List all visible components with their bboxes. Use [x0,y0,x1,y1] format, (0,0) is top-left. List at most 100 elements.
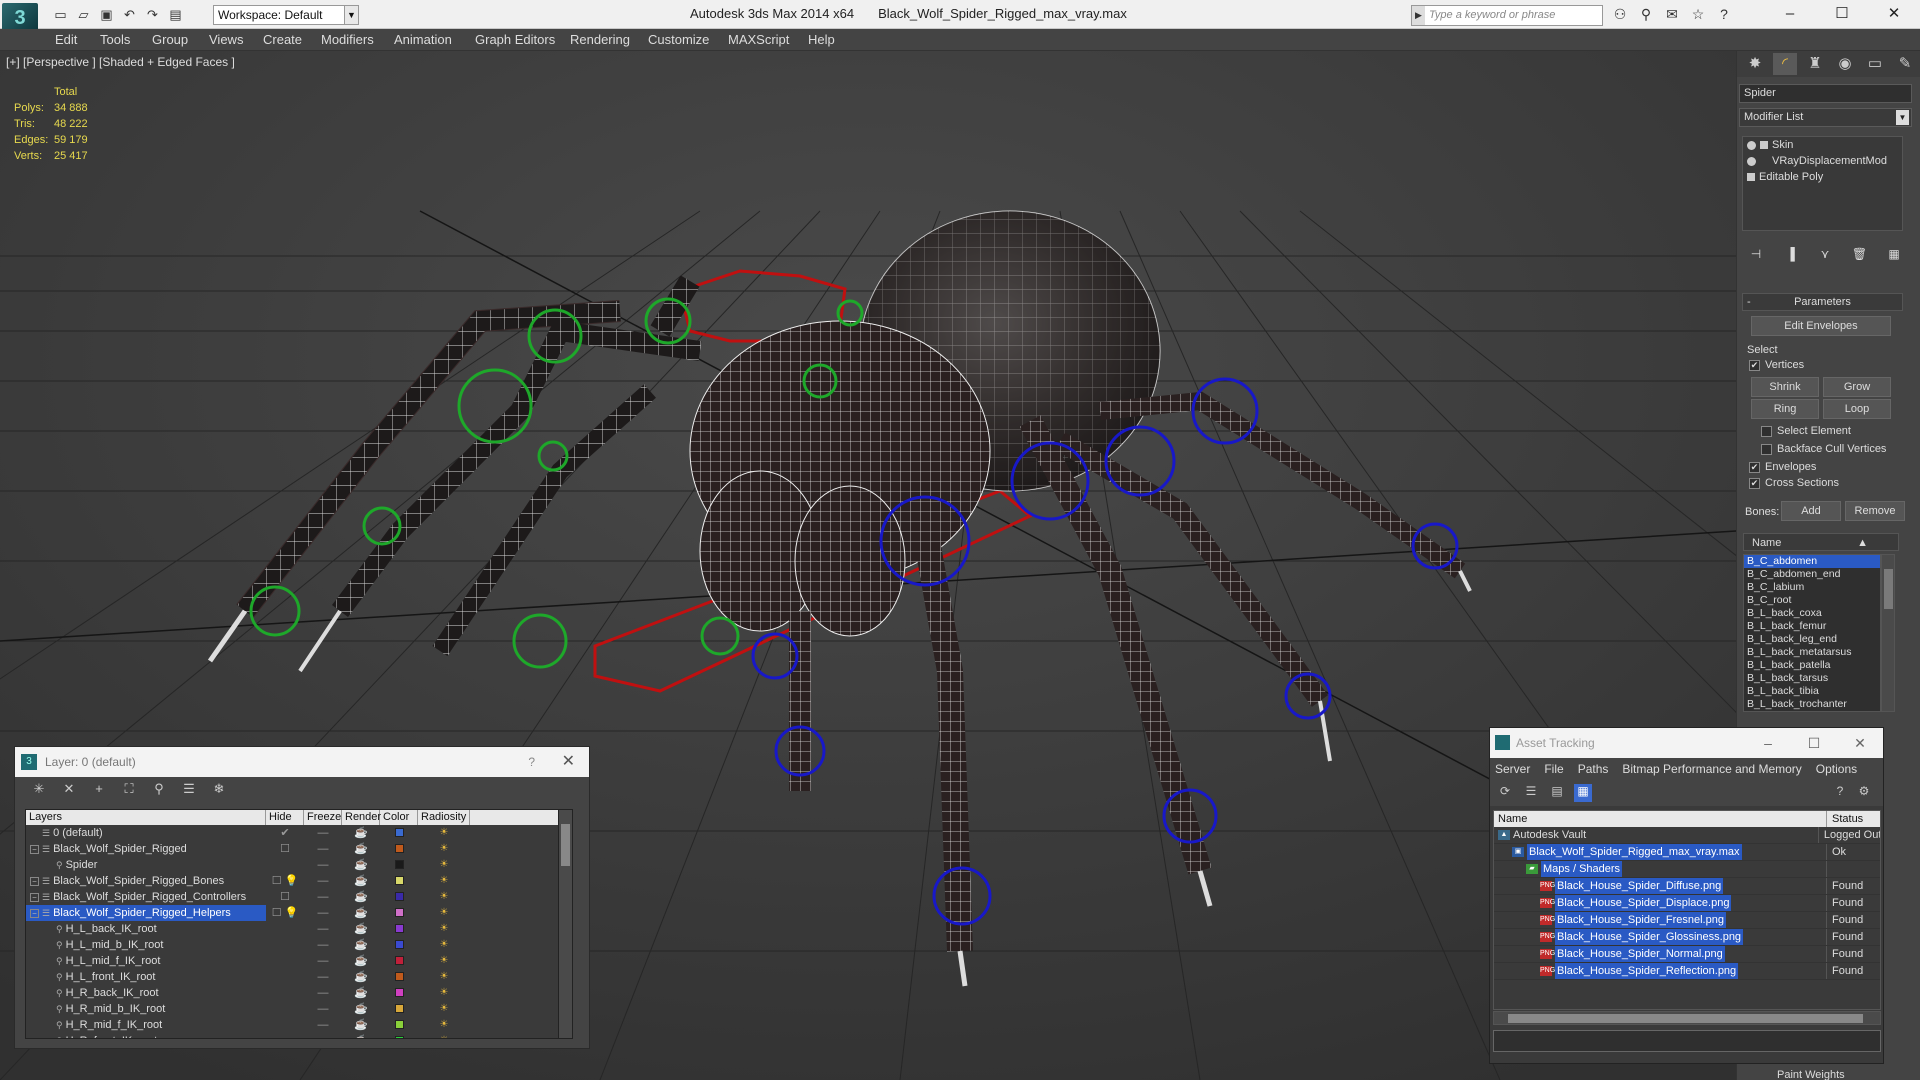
freeze-toggle[interactable]: — [304,969,342,985]
modifier-list-dropdown[interactable]: Modifier List ▼ [1739,108,1912,127]
freeze-toggle[interactable]: — [304,825,342,841]
maximize-icon[interactable]: ☐ [1816,0,1868,29]
layer-row[interactable]: ⚲ H_L_mid_b_IK_root — ☕ ☀ [26,937,572,953]
freeze-toggle[interactable]: — [304,1001,342,1017]
color-cell[interactable] [380,921,418,937]
maximize-icon[interactable]: ☐ [1791,728,1837,758]
column-header[interactable]: Layers [26,810,266,825]
asset-row[interactable]: PNG Black_House_Spider_Glossiness.png Foun… [1494,929,1880,946]
color-swatch[interactable] [394,828,404,837]
color-swatch[interactable] [394,860,404,869]
viewport-label[interactable]: [+] [Perspective ] [Shaded + Edged Faces… [6,55,235,69]
bone-item[interactable]: B_L_back_coxa [1744,607,1880,620]
layer-row[interactable]: ⚲ H_R_back_IK_root — ☕ ☀ [26,985,572,1001]
bone-item[interactable]: B_L_back_trochanter [1744,698,1880,711]
layer-row[interactable]: ⚲ H_L_mid_f_IK_root — ☕ ☀ [26,953,572,969]
layer-name-cell[interactable]: ⚲ Spider [26,857,266,873]
layer-name-cell[interactable]: ☰ 0 (default) [26,825,266,841]
layer-scrollbar[interactable] [558,810,572,1038]
asset-name-cell[interactable]: PNG Black_House_Spider_Reflection.png [1494,963,1827,979]
bone-item[interactable]: B_C_abdomen [1744,555,1880,568]
motion-tab-icon[interactable]: ◉ [1833,53,1857,75]
column-header[interactable]: Name [1494,811,1827,827]
expand-toggle-icon[interactable]: − [30,892,39,902]
help-icon[interactable]: ? [1831,784,1849,802]
spider-chelicera-right[interactable] [794,485,906,637]
radiosity-icon[interactable]: ☀ [418,889,470,905]
expand-toggle-icon[interactable]: − [30,844,39,854]
help-icon[interactable]: ? [1714,6,1734,24]
remove-bone-button[interactable]: Remove [1845,501,1905,521]
color-swatch[interactable] [394,908,404,917]
project-folder-icon[interactable]: ▤ [165,6,186,24]
render-toggle-icon[interactable]: ☕ [342,905,380,921]
color-cell[interactable] [380,857,418,873]
favorites-star-icon[interactable]: ☆ [1688,6,1708,24]
asset-row[interactable]: ▣ Black_Wolf_Spider_Rigged_max_vray.max Ok [1494,844,1880,861]
asset-name-cell[interactable]: PNG Black_House_Spider_Glossiness.png [1494,929,1827,945]
color-swatch[interactable] [394,1004,404,1013]
radiosity-icon[interactable]: ☀ [418,1001,470,1017]
color-cell[interactable] [380,873,418,889]
radiosity-icon[interactable]: ☀ [418,841,470,857]
layer-name-cell[interactable]: ⚲ H_L_front_IK_root [26,969,266,985]
render-toggle-icon[interactable]: ☕ [342,1017,380,1033]
communication-icon[interactable]: ✉ [1662,6,1682,24]
column-header[interactable]: Hide [266,810,304,825]
freeze-toggle[interactable]: — [304,841,342,857]
expand-box-icon[interactable] [1747,173,1755,181]
asset-row[interactable]: PNG Black_House_Spider_Fresnel.png Found [1494,912,1880,929]
grow-button[interactable]: Grow [1823,377,1891,397]
menu-create[interactable]: Create [263,32,302,47]
freeze-toggle[interactable]: — [304,857,342,873]
asset-horizontal-scrollbar[interactable] [1493,1011,1881,1025]
layer-row[interactable]: − ☰ Black_Wolf_Spider_Rigged_Helpers ☐ 💡 — ☕… [26,905,572,921]
color-swatch[interactable] [394,956,404,965]
table-view-icon[interactable]: ▤ [1548,784,1566,802]
new-file-icon[interactable]: ▭ [50,6,71,24]
pin-stack-icon[interactable]: ⊣ [1745,247,1767,265]
layer-row[interactable]: ⚲ H_R_mid_b_IK_root — ☕ ☀ [26,1001,572,1017]
minimize-icon[interactable]: – [1745,728,1791,758]
color-cell[interactable] [380,905,418,921]
bone-item[interactable]: B_L_back_metatarsus [1744,646,1880,659]
scrollbar-thumb[interactable] [561,824,570,866]
stack-item-editable-poly[interactable]: Editable Poly [1743,169,1902,185]
hide-toggle[interactable] [266,1017,304,1033]
layer-row[interactable]: ⚲ H_R_front_IK_root —☕ ☀ [26,1033,572,1038]
bone-item[interactable]: B_L_back_tibia [1744,685,1880,698]
redo-icon[interactable]: ↷ [142,6,163,24]
freeze-toggle[interactable]: — [304,921,342,937]
render-toggle-icon[interactable]: ☕ [342,873,380,889]
render-toggle-icon[interactable]: ☕ [342,1001,380,1017]
asset-row[interactable]: PNG Black_House_Spider_Normal.png Found [1494,946,1880,963]
menu-maxscript[interactable]: MAXScript [728,32,789,47]
parameters-rollout[interactable]: - Parameters [1742,293,1903,311]
delete-layer-icon[interactable]: ✕ [59,781,79,799]
column-header[interactable]: Status [1827,811,1863,827]
menu-modifiers[interactable]: Modifiers [321,32,374,47]
hide-toggle[interactable] [266,953,304,969]
asset-name-cell[interactable]: PNG Black_House_Spider_Fresnel.png [1494,912,1827,928]
column-header[interactable]: Render [342,810,381,825]
hide-toggle[interactable] [266,1001,304,1017]
configure-sets-icon[interactable]: ▦ [1883,247,1905,265]
layer-row[interactable]: − ☰ Black_Wolf_Spider_Rigged_Bones ☐ 💡 — ☕ ☀ [26,873,572,889]
hide-toggle[interactable]: ☐ [266,841,304,857]
menu-server[interactable]: Server [1495,758,1530,780]
radiosity-icon[interactable]: ☀ [418,921,470,937]
refresh-icon[interactable]: ⟳ [1496,784,1514,802]
radiosity-icon[interactable]: ☀ [418,905,470,921]
hierarchy-tab-icon[interactable]: ♜ [1803,53,1827,75]
shrink-button[interactable]: Shrink [1751,377,1819,397]
layer-name-cell[interactable]: ⚲ H_R_back_IK_root [26,985,266,1001]
expand-toggle-icon[interactable]: − [30,876,39,886]
select-objects-icon[interactable]: ⛶ [119,781,139,799]
hide-toggle[interactable] [266,1033,304,1038]
open-file-icon[interactable]: ▱ [73,6,94,24]
color-swatch[interactable] [394,844,404,853]
hide-toggle[interactable] [266,921,304,937]
asset-window-titlebar[interactable]: Asset Tracking – ☐ ✕ [1490,728,1883,758]
layer-row[interactable]: − ☰ Black_Wolf_Spider_Rigged ☐ — ☕ ☀ [26,841,572,857]
layer-name-cell[interactable]: − ☰ Black_Wolf_Spider_Rigged_Bones [26,873,266,889]
